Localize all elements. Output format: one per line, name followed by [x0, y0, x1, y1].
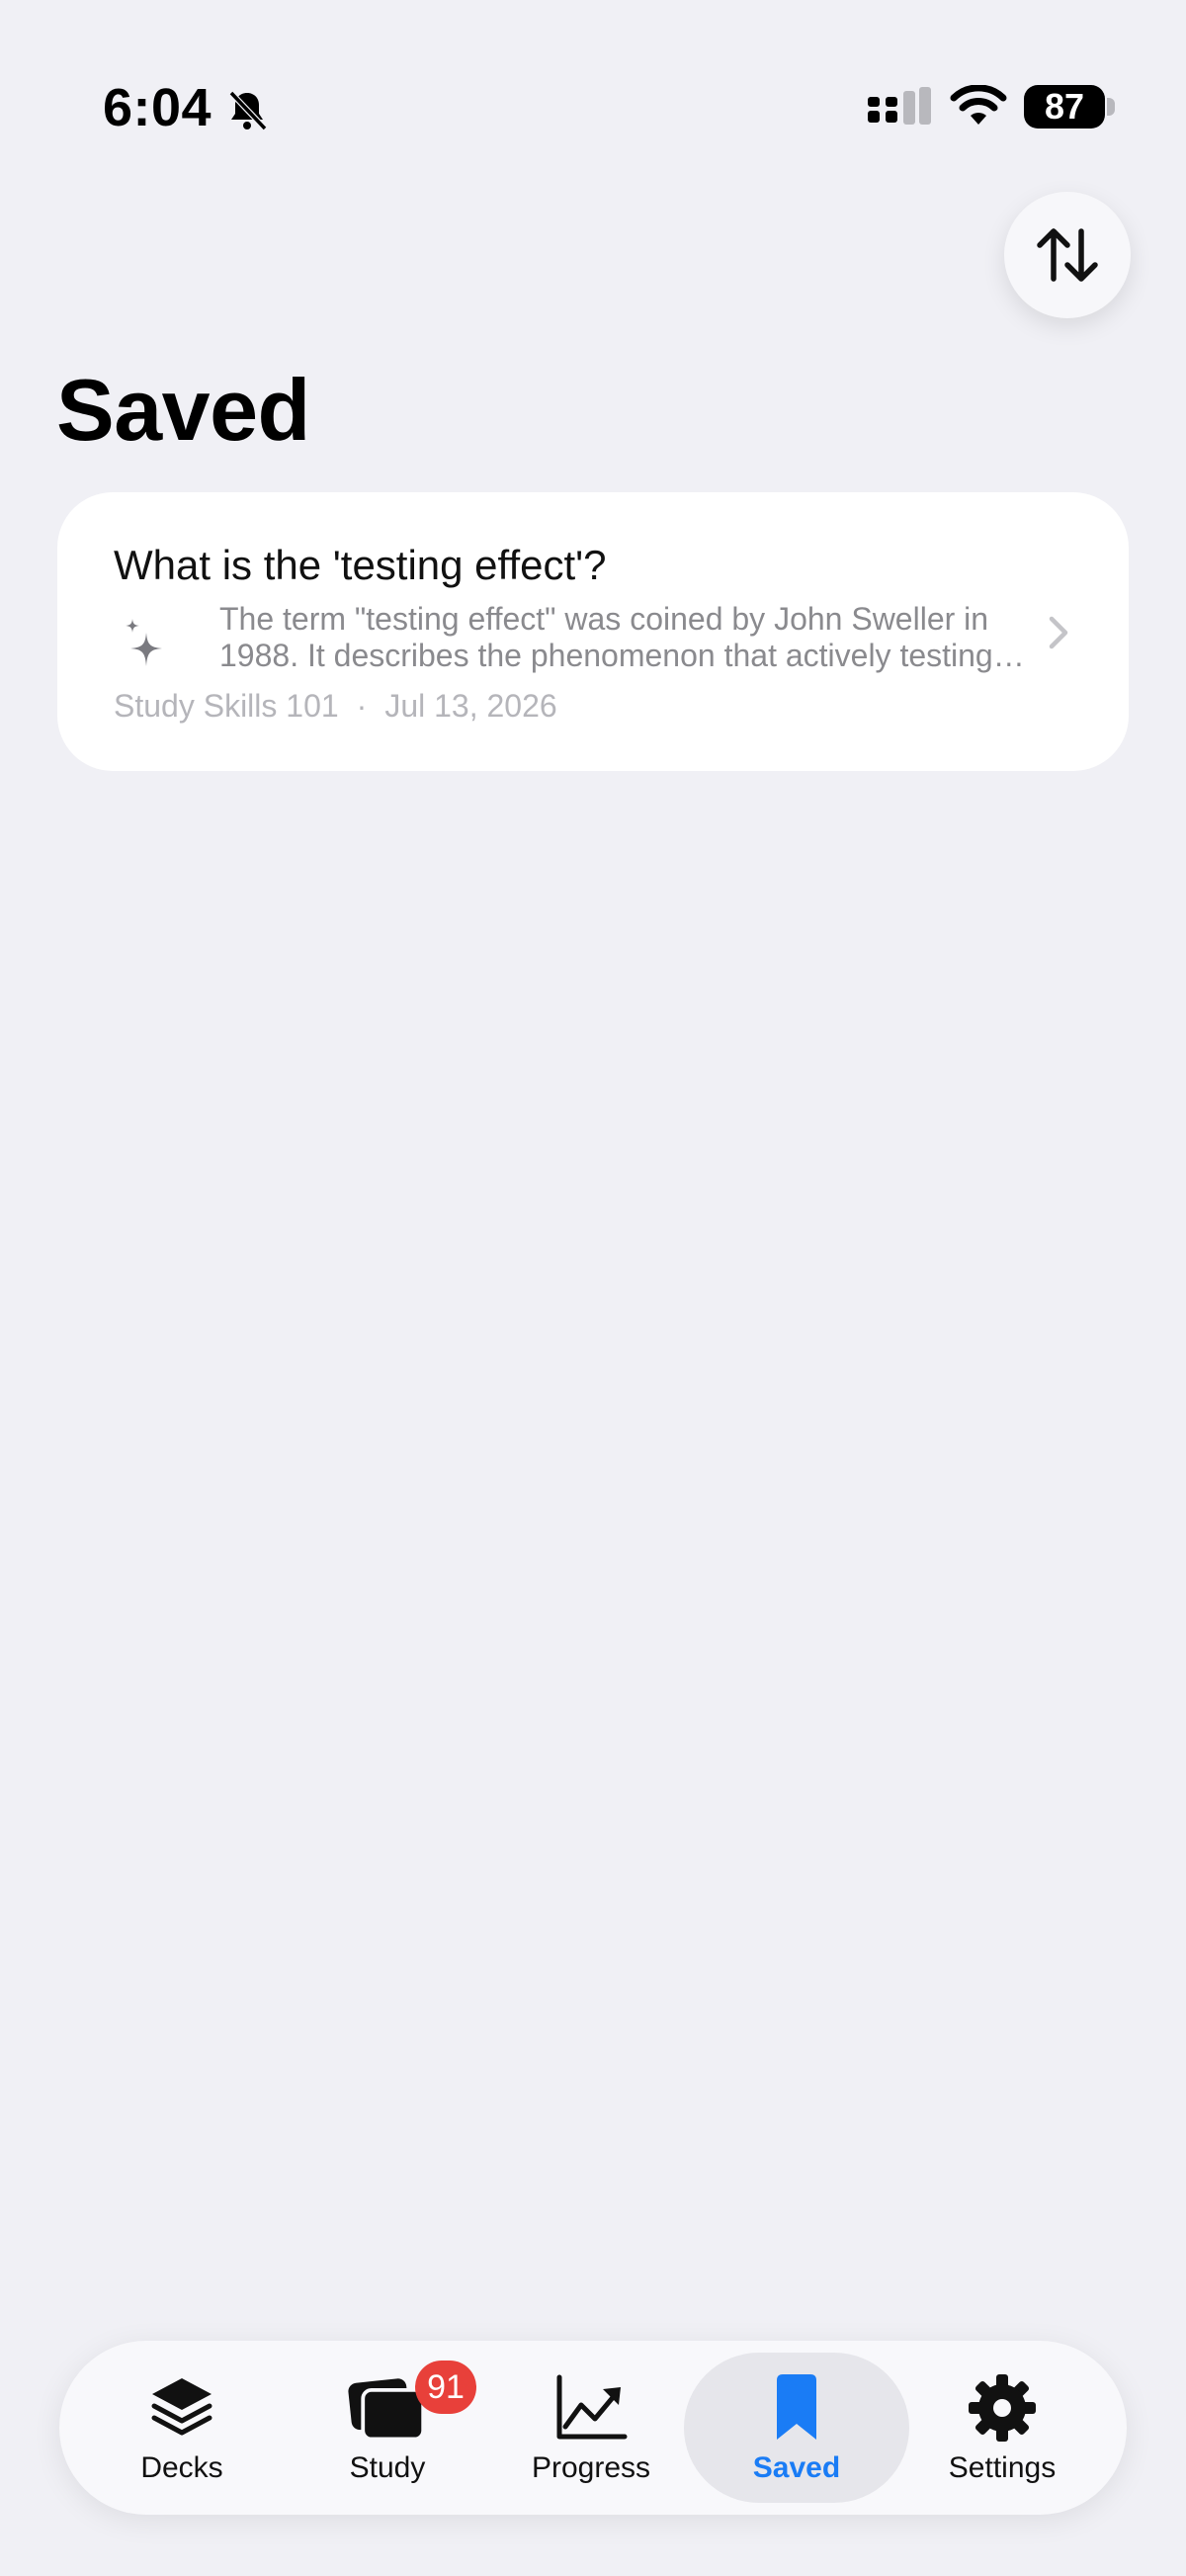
tab-decks[interactable]: Decks [83, 2341, 281, 2515]
card-date: Jul 13, 2026 [384, 688, 557, 724]
tab-bar: Decks 91 Study Progress Saved Settings [59, 2341, 1127, 2515]
tab-label: Decks [140, 2451, 223, 2484]
battery-icon: 87 [1024, 85, 1119, 130]
cellular-signal-icon [868, 87, 931, 125]
status-bar: 6:04 87 [0, 0, 1186, 198]
gear-icon [963, 2372, 1042, 2444]
tab-label: Saved [752, 2451, 841, 2484]
card-answer-preview: The term "testing effect" was coined by … [219, 601, 993, 673]
card-deck-name: Study Skills 101 [114, 688, 339, 724]
bell-slash-icon [228, 90, 268, 131]
tab-label: Settings [948, 2451, 1057, 2484]
wifi-icon [950, 85, 1007, 125]
arrow-up-down-icon [1037, 228, 1098, 282]
card-question: What is the 'testing effect'? [114, 542, 607, 588]
chevron-right-icon [1049, 616, 1068, 649]
sparkle-icon [126, 619, 162, 666]
tab-label: Progress [531, 2451, 651, 2484]
meta-separator: · [356, 688, 368, 724]
tab-settings[interactable]: Settings [903, 2341, 1101, 2515]
status-time: 6:04 [103, 78, 212, 137]
study-badge: 91 [415, 2361, 476, 2414]
saved-card[interactable]: What is the 'testing effect'? The term "… [57, 492, 1129, 771]
card-meta: Study Skills 101 · Jul 13, 2026 [114, 688, 557, 725]
sort-button[interactable] [1004, 192, 1131, 318]
tab-label: Study [349, 2451, 426, 2484]
stack-icon [142, 2372, 221, 2444]
tab-study[interactable]: 91 Study [289, 2341, 486, 2515]
battery-level: 87 [1024, 85, 1105, 129]
tab-saved[interactable]: Saved [698, 2341, 895, 2515]
bookmark-icon [757, 2372, 836, 2444]
page-title: Saved [56, 361, 310, 459]
tab-progress[interactable]: Progress [492, 2341, 690, 2515]
chart-line-icon [551, 2372, 631, 2444]
